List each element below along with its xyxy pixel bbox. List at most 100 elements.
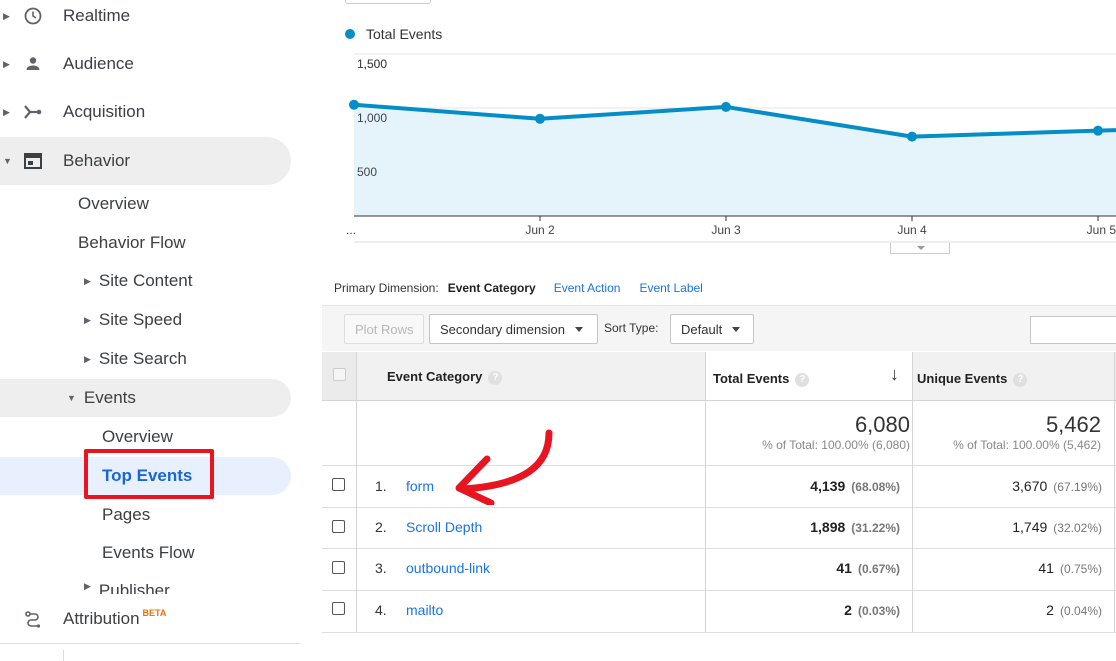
collapse-caret-icon: ▼ xyxy=(3,156,12,166)
row-category-link[interactable]: Scroll Depth xyxy=(406,519,482,535)
sidebar-item-label: Publisher xyxy=(98,581,170,594)
sidebar-item-label: Acquisition xyxy=(63,102,146,121)
series-area xyxy=(354,104,1116,216)
row-unique-events: 3,670 (67.19%) xyxy=(1012,478,1102,494)
select-all-checkbox[interactable] xyxy=(333,368,346,381)
red-arrow-annotation xyxy=(455,429,553,505)
line-chart: Total Events 1,5001,0005001,5001,000500.… xyxy=(322,0,1116,270)
row-number: 1. xyxy=(375,478,387,494)
sidebar-item-label: Realtime xyxy=(63,6,131,25)
unique-events-percent: % of Total: 100.00% (5,462) xyxy=(953,438,1101,452)
sort-descending-arrow-icon[interactable]: ↓ xyxy=(890,364,899,385)
expand-caret-icon: ▶ xyxy=(84,275,91,286)
secondary-dimension-dropdown[interactable]: Secondary dimension xyxy=(429,314,598,344)
row-unique-events: 1,749 (32.02%) xyxy=(1012,519,1102,535)
primary-dimension-label: Primary Dimension: xyxy=(334,281,439,295)
sidebar-item-site-speed[interactable]: ▶ Site Speed xyxy=(84,301,182,339)
row-number: 4. xyxy=(375,602,387,618)
row-checkbox[interactable] xyxy=(332,602,345,615)
sort-type-dropdown[interactable]: Default xyxy=(670,314,754,344)
dimension-event-action-link[interactable]: Event Action xyxy=(554,281,621,295)
acquisition-icon xyxy=(22,101,44,123)
row-checkbox[interactable] xyxy=(332,520,345,533)
percent: (67.19%) xyxy=(1053,480,1102,494)
column-divider xyxy=(1114,352,1115,632)
behavior-window-icon xyxy=(22,150,44,172)
y-tick-label-overlay: 500 xyxy=(357,165,377,179)
row-divider xyxy=(322,548,1116,549)
help-icon[interactable]: ? xyxy=(1013,372,1028,387)
unique-events-sum: 5,462 xyxy=(1045,412,1101,437)
value: 41 xyxy=(836,560,852,576)
sidebar-item-site-search[interactable]: ▶ Site Search xyxy=(84,340,187,378)
header-total-events[interactable]: Total Events? xyxy=(713,371,810,387)
row-divider xyxy=(322,507,1116,508)
sidebar-item-label: Attribution xyxy=(63,609,140,628)
expand-caret-icon: ▶ xyxy=(3,106,10,117)
sidebar-item-label: Site Search xyxy=(98,349,187,368)
row-unique-events: 41 (0.75%) xyxy=(1038,560,1102,576)
sidebar-item-label: Events Flow xyxy=(102,543,195,562)
row-category-link[interactable]: mailto xyxy=(406,602,443,618)
percent: (0.03%) xyxy=(857,604,900,618)
x-tick-label: Jun 3 xyxy=(711,223,741,237)
sidebar-item-behavior-overview[interactable]: Overview xyxy=(78,185,149,223)
row-checkbox[interactable] xyxy=(332,478,345,491)
header-label: Total Events xyxy=(713,371,790,386)
expand-caret-icon: ▶ xyxy=(3,58,10,69)
sidebar-item-pages[interactable]: Pages xyxy=(102,496,150,534)
plot-rows-button[interactable]: Plot Rows xyxy=(344,314,424,344)
secondary-dimension-label: Secondary dimension xyxy=(440,321,566,337)
sidebar-item-label: Events xyxy=(83,388,136,407)
table-search-input[interactable] xyxy=(1030,316,1116,344)
clock-icon xyxy=(22,5,44,27)
value: 1,749 xyxy=(1012,519,1048,535)
data-point xyxy=(1093,125,1103,136)
sidebar-item-site-content[interactable]: ▶ Site Content xyxy=(84,262,192,300)
row-checkbox[interactable] xyxy=(332,561,345,574)
percent: (32.02%) xyxy=(1053,521,1102,535)
data-point xyxy=(349,99,359,110)
total-events-sum: 6,080 xyxy=(854,412,910,437)
sidebar-item-label-wrap: Attribution BETA xyxy=(63,608,166,629)
sidebar-item-attribution[interactable]: Attribution BETA xyxy=(0,595,300,643)
percent: (0.67%) xyxy=(857,562,900,576)
percent: (31.22%) xyxy=(851,521,900,535)
row-number: 3. xyxy=(375,560,387,576)
sidebar-item-events-flow[interactable]: Events Flow xyxy=(102,534,195,572)
dimension-current: Event Category xyxy=(447,281,536,295)
sidebar-nav: ▶ Realtime ▶ Audience ▶ Acquisition ▼ Be… xyxy=(0,0,306,661)
sidebar-item-publisher[interactable]: ▶ Publisher xyxy=(84,572,170,594)
expand-caret-icon: ▶ xyxy=(84,581,91,591)
sidebar-item-label: Audience xyxy=(63,54,134,73)
value: 1,898 xyxy=(810,519,846,535)
sidebar-item-behavior-flow[interactable]: Behavior Flow xyxy=(78,224,186,262)
expand-caret-icon: ▶ xyxy=(84,314,91,325)
sidebar-item-events[interactable]: ▼ Events xyxy=(67,379,136,417)
x-tick-label: Jun 4 xyxy=(897,223,927,237)
percent: (0.04%) xyxy=(1059,604,1102,618)
row-total-events: 2 (0.03%) xyxy=(844,602,900,618)
row-divider xyxy=(322,465,1116,466)
header-unique-events[interactable]: Unique Events? xyxy=(917,371,1028,387)
header-event-category[interactable]: Event Category? xyxy=(387,369,503,385)
percent: (68.08%) xyxy=(851,480,900,494)
chart-collapse-tab[interactable] xyxy=(890,243,950,254)
sidebar-item-label: Overview xyxy=(102,427,173,446)
person-icon xyxy=(22,53,44,75)
y-tick-label-overlay: 1,000 xyxy=(357,111,387,125)
x-tick-label: ... xyxy=(346,223,356,237)
help-icon[interactable]: ? xyxy=(795,372,810,387)
sort-type-label: Sort Type: xyxy=(604,321,659,335)
row-category-link[interactable]: outbound-link xyxy=(406,560,490,576)
data-point xyxy=(535,113,545,124)
row-category-link[interactable]: form xyxy=(406,478,434,494)
dropdown-arrow-icon xyxy=(732,326,741,332)
column-divider xyxy=(705,352,706,632)
row-total-events: 1,898 (31.22%) xyxy=(810,519,900,535)
x-tick-label: Jun 2 xyxy=(525,223,555,237)
data-point xyxy=(721,101,731,112)
help-icon[interactable]: ? xyxy=(488,370,503,385)
primary-dimension-bar: Primary Dimension: Event Category Event … xyxy=(334,281,722,295)
dimension-event-label-link[interactable]: Event Label xyxy=(639,281,702,295)
